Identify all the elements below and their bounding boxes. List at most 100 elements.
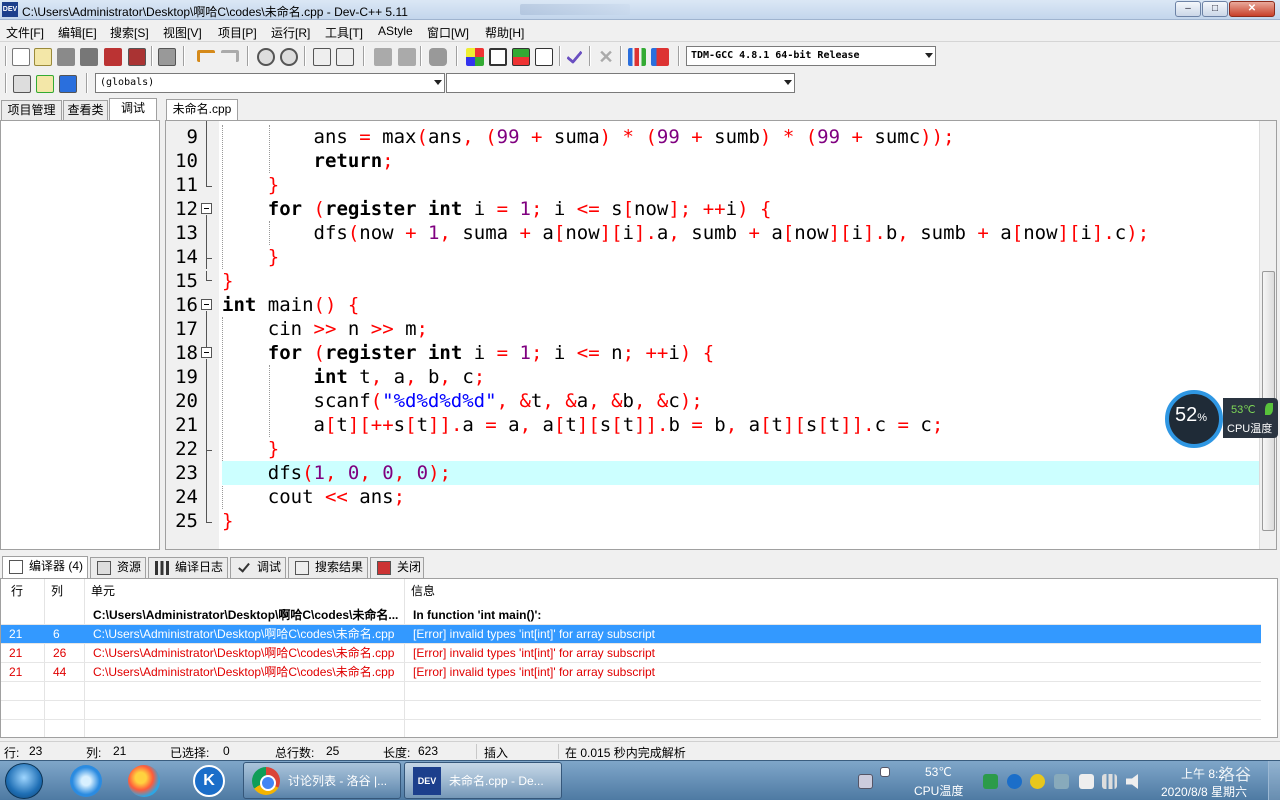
fold-toggle-icon[interactable] bbox=[201, 347, 212, 358]
print-icon[interactable] bbox=[158, 48, 176, 66]
tab-untitled-cpp[interactable]: 未命名.cpp bbox=[166, 99, 238, 120]
code-line[interactable]: dfs(now + 1, suma + a[now][i].a, sumb + … bbox=[222, 221, 1262, 245]
compiler-messages-table[interactable]: 行 列 单元 信息 C:\Users\Administrator\Desktop… bbox=[0, 578, 1278, 738]
menu-tools[interactable]: 工具[T] bbox=[325, 24, 363, 41]
tab-compiler[interactable]: 编译器 (4) bbox=[2, 556, 88, 578]
tab-search-results[interactable]: 搜索结果 bbox=[288, 557, 368, 578]
keyboard-icon[interactable] bbox=[858, 774, 873, 789]
k-tray-icon[interactable] bbox=[1007, 774, 1022, 789]
code-line[interactable]: } bbox=[222, 269, 1262, 293]
unindent-icon[interactable] bbox=[336, 48, 354, 66]
run-icon[interactable] bbox=[489, 48, 507, 66]
code-line[interactable]: int main() { bbox=[222, 293, 1262, 317]
tray-cpu-temperature[interactable]: 53℃ bbox=[925, 765, 952, 779]
security-shield-icon[interactable] bbox=[983, 774, 998, 789]
close-file-icon[interactable] bbox=[104, 48, 122, 66]
tab-debug-output[interactable]: 调试 bbox=[230, 557, 286, 578]
menu-search[interactable]: 搜索[S] bbox=[110, 24, 149, 41]
column-header-message[interactable]: 信息 bbox=[403, 579, 435, 603]
code-line[interactable]: a[t][++s[t]].a = a, a[t][s[t]].b = b, a[… bbox=[222, 413, 1262, 437]
code-line[interactable]: } bbox=[222, 437, 1262, 461]
undo-icon[interactable] bbox=[197, 50, 215, 62]
code-line[interactable]: int t, a, b, c; bbox=[222, 365, 1262, 389]
tab-project-manager[interactable]: 项目管理 bbox=[1, 100, 62, 120]
menu-edit[interactable]: 编辑[E] bbox=[58, 24, 97, 41]
goto-icon[interactable] bbox=[36, 75, 54, 93]
plus-tray-icon[interactable] bbox=[1030, 774, 1045, 789]
syntax-check-icon[interactable] bbox=[566, 46, 583, 65]
column-header-col[interactable]: 列 bbox=[43, 579, 63, 603]
cpu-temperature-widget[interactable]: 52% 53℃ CPU温度 bbox=[1165, 390, 1278, 448]
fold-toggle-icon[interactable] bbox=[201, 299, 212, 310]
tab-debug[interactable]: 调试 bbox=[109, 98, 157, 120]
rebuild-icon[interactable] bbox=[535, 48, 553, 66]
close-all-icon[interactable] bbox=[128, 48, 146, 66]
code-line[interactable]: for (register int i = 1; i <= s[now]; ++… bbox=[222, 197, 1262, 221]
new-file-icon[interactable] bbox=[12, 48, 30, 66]
code-editor[interactable]: 9 10 11 12 13 14 15 16 17 18 19 20 21 22… bbox=[165, 120, 1277, 550]
fold-toggle-icon[interactable] bbox=[201, 203, 212, 214]
delete-profile-icon[interactable] bbox=[651, 48, 669, 66]
replace-icon[interactable] bbox=[280, 48, 298, 66]
indent-icon[interactable] bbox=[313, 48, 331, 66]
table-row[interactable]: C:\Users\Administrator\Desktop\啊哈C\codes… bbox=[1, 606, 1261, 625]
browser-360-icon[interactable] bbox=[128, 765, 160, 797]
maximize-button[interactable]: □ bbox=[1202, 1, 1228, 17]
minimize-button[interactable]: – bbox=[1175, 1, 1201, 17]
redo-icon[interactable] bbox=[221, 50, 239, 62]
toggle-comment-icon[interactable] bbox=[429, 48, 447, 66]
code-line[interactable]: } bbox=[222, 509, 1262, 533]
function-select[interactable] bbox=[446, 73, 795, 93]
save-icon[interactable] bbox=[57, 48, 75, 66]
taskbar-item-chrome[interactable]: 讨论列表 - 洛谷 |... bbox=[243, 762, 401, 799]
tab-class-browser[interactable]: 查看类 bbox=[63, 100, 108, 120]
start-button[interactable] bbox=[5, 763, 43, 799]
usb-tray-icon[interactable] bbox=[1079, 774, 1094, 789]
menu-view[interactable]: 视图[V] bbox=[163, 24, 202, 41]
code-line[interactable]: cin >> n >> m; bbox=[222, 317, 1262, 341]
volume-icon[interactable] bbox=[1126, 774, 1138, 789]
column-header-unit[interactable]: 单元 bbox=[83, 579, 115, 603]
users-tray-icon[interactable] bbox=[1054, 774, 1069, 789]
table-row[interactable]: 21 6 C:\Users\Administrator\Desktop\啊哈C\… bbox=[1, 625, 1261, 644]
save-all-icon[interactable] bbox=[80, 48, 98, 66]
tab-close[interactable]: 关闭 bbox=[370, 557, 424, 578]
menu-help[interactable]: 帮助[H] bbox=[485, 24, 524, 41]
taskbar-item-devcpp[interactable]: DEV 未命名.cpp - De... bbox=[404, 762, 562, 799]
open-file-icon[interactable] bbox=[34, 48, 52, 66]
compiler-select[interactable]: TDM-GCC 4.8.1 64-bit Release bbox=[686, 46, 936, 66]
editor-vertical-scrollbar[interactable] bbox=[1259, 121, 1276, 549]
code-line[interactable]: dfs(1, 0, 0, 0); bbox=[222, 461, 1262, 485]
bookmark-prev-icon[interactable] bbox=[374, 48, 392, 66]
toggle-bookmark-icon[interactable] bbox=[59, 75, 77, 93]
clock-date[interactable]: 2020/8/8 星期六 bbox=[1161, 783, 1247, 800]
tab-compile-log[interactable]: 编译日志 bbox=[148, 557, 228, 578]
code-line[interactable]: return; bbox=[222, 149, 1262, 173]
show-desktop-button[interactable] bbox=[1268, 761, 1280, 800]
input-method-icon[interactable] bbox=[880, 767, 890, 777]
profile-icon[interactable] bbox=[628, 48, 646, 66]
internet-explorer-icon[interactable] bbox=[70, 765, 102, 797]
menu-window[interactable]: 窗口[W] bbox=[427, 24, 469, 41]
network-icon[interactable] bbox=[1102, 774, 1117, 789]
code-line[interactable]: } bbox=[222, 245, 1262, 269]
table-row[interactable]: 21 44 C:\Users\Administrator\Desktop\啊哈C… bbox=[1, 663, 1261, 682]
insert-icon[interactable] bbox=[13, 75, 31, 93]
compile-run-icon[interactable] bbox=[512, 48, 530, 66]
scope-select[interactable]: (globals) bbox=[95, 73, 445, 93]
k-app-icon[interactable]: K bbox=[193, 765, 225, 797]
menu-project[interactable]: 项目[P] bbox=[218, 24, 257, 41]
code-line[interactable]: ans = max(ans, (99 + suma) * (99 + sumb)… bbox=[222, 125, 1262, 149]
menu-astyle[interactable]: AStyle bbox=[378, 24, 413, 38]
find-icon[interactable] bbox=[257, 48, 275, 66]
bookmark-next-icon[interactable] bbox=[398, 48, 416, 66]
code-line[interactable]: } bbox=[222, 173, 1262, 197]
tab-resources[interactable]: 资源 bbox=[90, 557, 146, 578]
close-button[interactable]: ✕ bbox=[1229, 1, 1275, 17]
code-line[interactable]: cout << ans; bbox=[222, 485, 1262, 509]
code-line[interactable]: for (register int i = 1; i <= n; ++i) { bbox=[222, 341, 1262, 365]
stop-execution-icon[interactable]: ✕ bbox=[597, 48, 615, 66]
menu-run[interactable]: 运行[R] bbox=[271, 24, 310, 41]
table-row[interactable]: 21 26 C:\Users\Administrator\Desktop\啊哈C… bbox=[1, 644, 1261, 663]
code-line[interactable]: scanf("%d%d%d%d", &t, &a, &b, &c); bbox=[222, 389, 1262, 413]
